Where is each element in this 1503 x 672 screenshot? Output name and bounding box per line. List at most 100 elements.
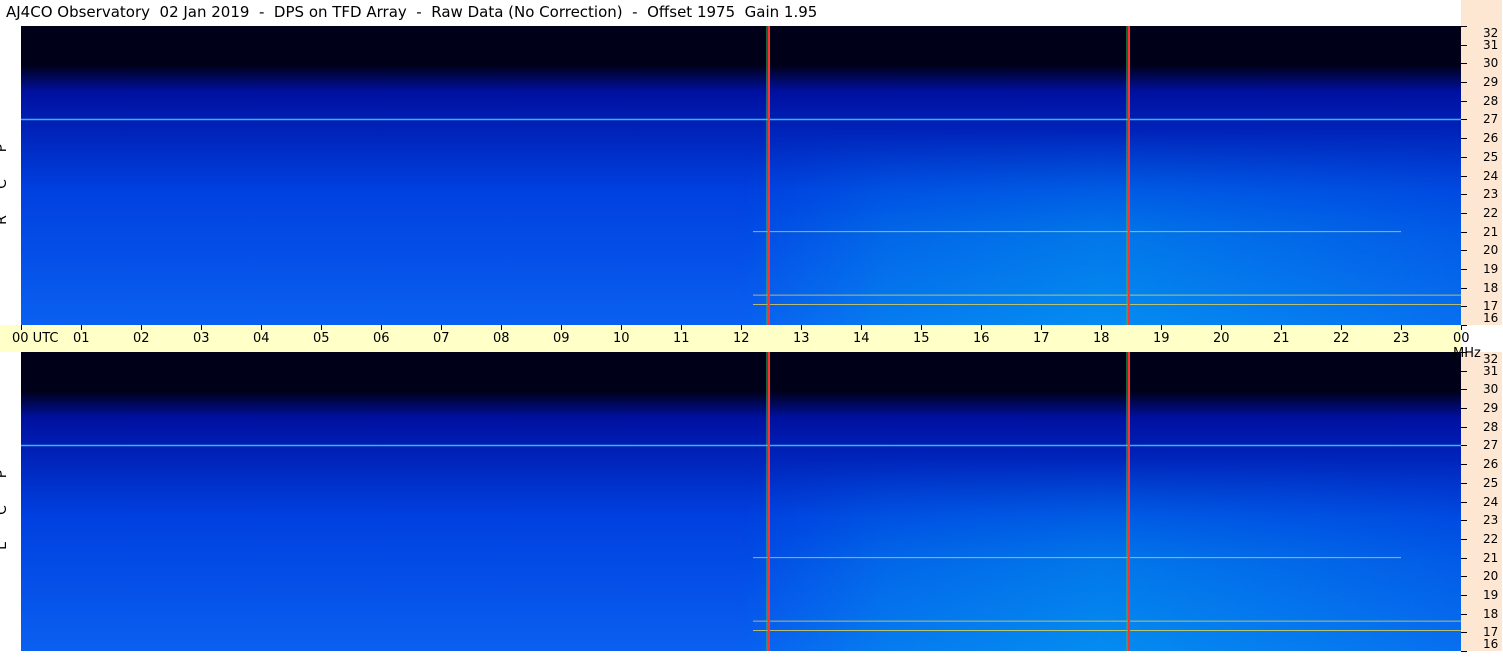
freq-tick-label: 22: [1483, 205, 1499, 220]
freq-tick: [1461, 482, 1467, 484]
time-tick-label: 15: [913, 331, 930, 346]
utc-time-axis: 00 UTC 01 02 03 04 05 06 07 08 09 10 11 12 13 14 15 16 17…: [0, 325, 1481, 361]
freq-tick-label: 27: [1483, 112, 1499, 127]
time-tick-label: 16: [973, 331, 990, 346]
freq-tick: [1461, 538, 1467, 540]
time-tick: [801, 325, 802, 330]
time-tick: [1041, 325, 1042, 330]
freq-tick: [1461, 250, 1467, 252]
time-tick-label: 11: [673, 331, 690, 346]
time-tick-label: 00 UTC: [12, 331, 59, 346]
chart-title: AJ4CO Observatory 02 Jan 2019 - DPS on T…: [6, 3, 818, 21]
time-tick: [1101, 325, 1102, 330]
freq-tick: [1461, 651, 1467, 652]
time-tick-label: 21: [1273, 331, 1290, 346]
freq-tick: [1461, 520, 1467, 522]
time-tick-label: 04: [253, 331, 270, 346]
time-tick: [1161, 325, 1162, 330]
time-tick: [261, 325, 262, 330]
time-tick-label: 05: [313, 331, 330, 346]
freq-tick-label: 25: [1483, 149, 1499, 164]
freq-tick: [1461, 576, 1467, 578]
time-tick: [321, 325, 322, 330]
freq-tick-label: 30: [1483, 382, 1499, 397]
time-tick-label: 06: [373, 331, 390, 346]
time-tick: [861, 325, 862, 330]
freq-tick-label: 19: [1483, 587, 1499, 602]
time-tick-label: 12: [733, 331, 750, 346]
time-tick: [381, 325, 382, 330]
freq-tick-label: 21: [1483, 224, 1499, 239]
freq-tick-label: 27: [1483, 438, 1499, 453]
time-tick: [681, 325, 682, 330]
freq-tick: [1461, 44, 1467, 46]
freq-tick-label: 26: [1483, 131, 1499, 146]
freq-tick-label: 17: [1483, 299, 1499, 314]
freq-tick: [1461, 445, 1467, 447]
freq-tick: [1461, 464, 1467, 466]
freq-tick: [1461, 306, 1467, 308]
freq-tick-label: 32: [1483, 352, 1499, 366]
freq-tick: [1461, 408, 1467, 410]
freq-tick-label: 32: [1483, 26, 1499, 40]
time-tick-label: 00 MHz: [1453, 331, 1481, 361]
rcp-panel-label: PCR: [0, 130, 20, 238]
freq-tick-label: 28: [1483, 93, 1499, 108]
time-tick: [81, 325, 82, 330]
time-tick-label: 07: [433, 331, 450, 346]
time-tick: [1221, 325, 1222, 330]
freq-tick: [1461, 557, 1467, 559]
time-tick: [1281, 325, 1282, 330]
freq-tick-label: 17: [1483, 625, 1499, 640]
freq-tick: [1461, 501, 1467, 503]
time-tick-label: 14: [853, 331, 870, 346]
freq-tick: [1461, 268, 1467, 270]
time-tick: [141, 325, 142, 330]
time-tick-label: 13: [793, 331, 810, 346]
freq-tick-label: 21: [1483, 550, 1499, 565]
freq-tick: [1461, 389, 1467, 391]
time-tick: [981, 325, 982, 330]
freq-tick-label: 30: [1483, 56, 1499, 71]
freq-tick: [1461, 138, 1467, 140]
time-tick: [441, 325, 442, 330]
freq-tick: [1461, 212, 1467, 214]
freq-tick: [1461, 175, 1467, 177]
time-tick-label: 02: [133, 331, 150, 346]
freq-tick-label: 23: [1483, 187, 1499, 202]
freq-tick-label: 28: [1483, 419, 1499, 434]
time-tick: [921, 325, 922, 330]
freq-tick: [1461, 194, 1467, 196]
freq-tick: [1461, 287, 1467, 289]
freq-tick-label: 18: [1483, 280, 1499, 295]
freq-tick: [1461, 613, 1467, 615]
freq-tick: [1461, 100, 1467, 102]
time-tick-label: 01: [73, 331, 90, 346]
rcp-frequency-axis: 16 17 18 19 20 21 22 23 24 25 26 27 28 29 30 31 32: [1461, 26, 1502, 326]
freq-tick-label: 26: [1483, 457, 1499, 472]
time-tick-label: 08: [493, 331, 510, 346]
time-tick: [561, 325, 562, 330]
time-tick: [741, 325, 742, 330]
time-tick: [621, 325, 622, 330]
time-tick: [1461, 325, 1462, 330]
freq-tick: [1461, 82, 1467, 84]
freq-scale-top: [1461, 0, 1502, 26]
freq-tick: [1461, 632, 1467, 634]
lcp-spectrogram: [21, 352, 1461, 651]
daytime-noise-rise: [21, 26, 1461, 325]
time-tick: [501, 325, 502, 330]
time-tick: [1401, 325, 1402, 330]
time-tick-label: 18: [1093, 331, 1110, 346]
freq-tick-label: 29: [1483, 75, 1499, 90]
freq-tick: [1461, 63, 1467, 65]
rcp-spectrogram: [21, 26, 1461, 325]
freq-tick: [1461, 594, 1467, 596]
freq-tick-label: 29: [1483, 401, 1499, 416]
freq-tick-label: 24: [1483, 494, 1499, 509]
lcp-panel-label: PCL: [0, 456, 20, 564]
freq-tick-label: 19: [1483, 261, 1499, 276]
freq-tick-label: 22: [1483, 531, 1499, 546]
freq-tick-label: 18: [1483, 606, 1499, 621]
freq-tick: [1461, 119, 1467, 121]
